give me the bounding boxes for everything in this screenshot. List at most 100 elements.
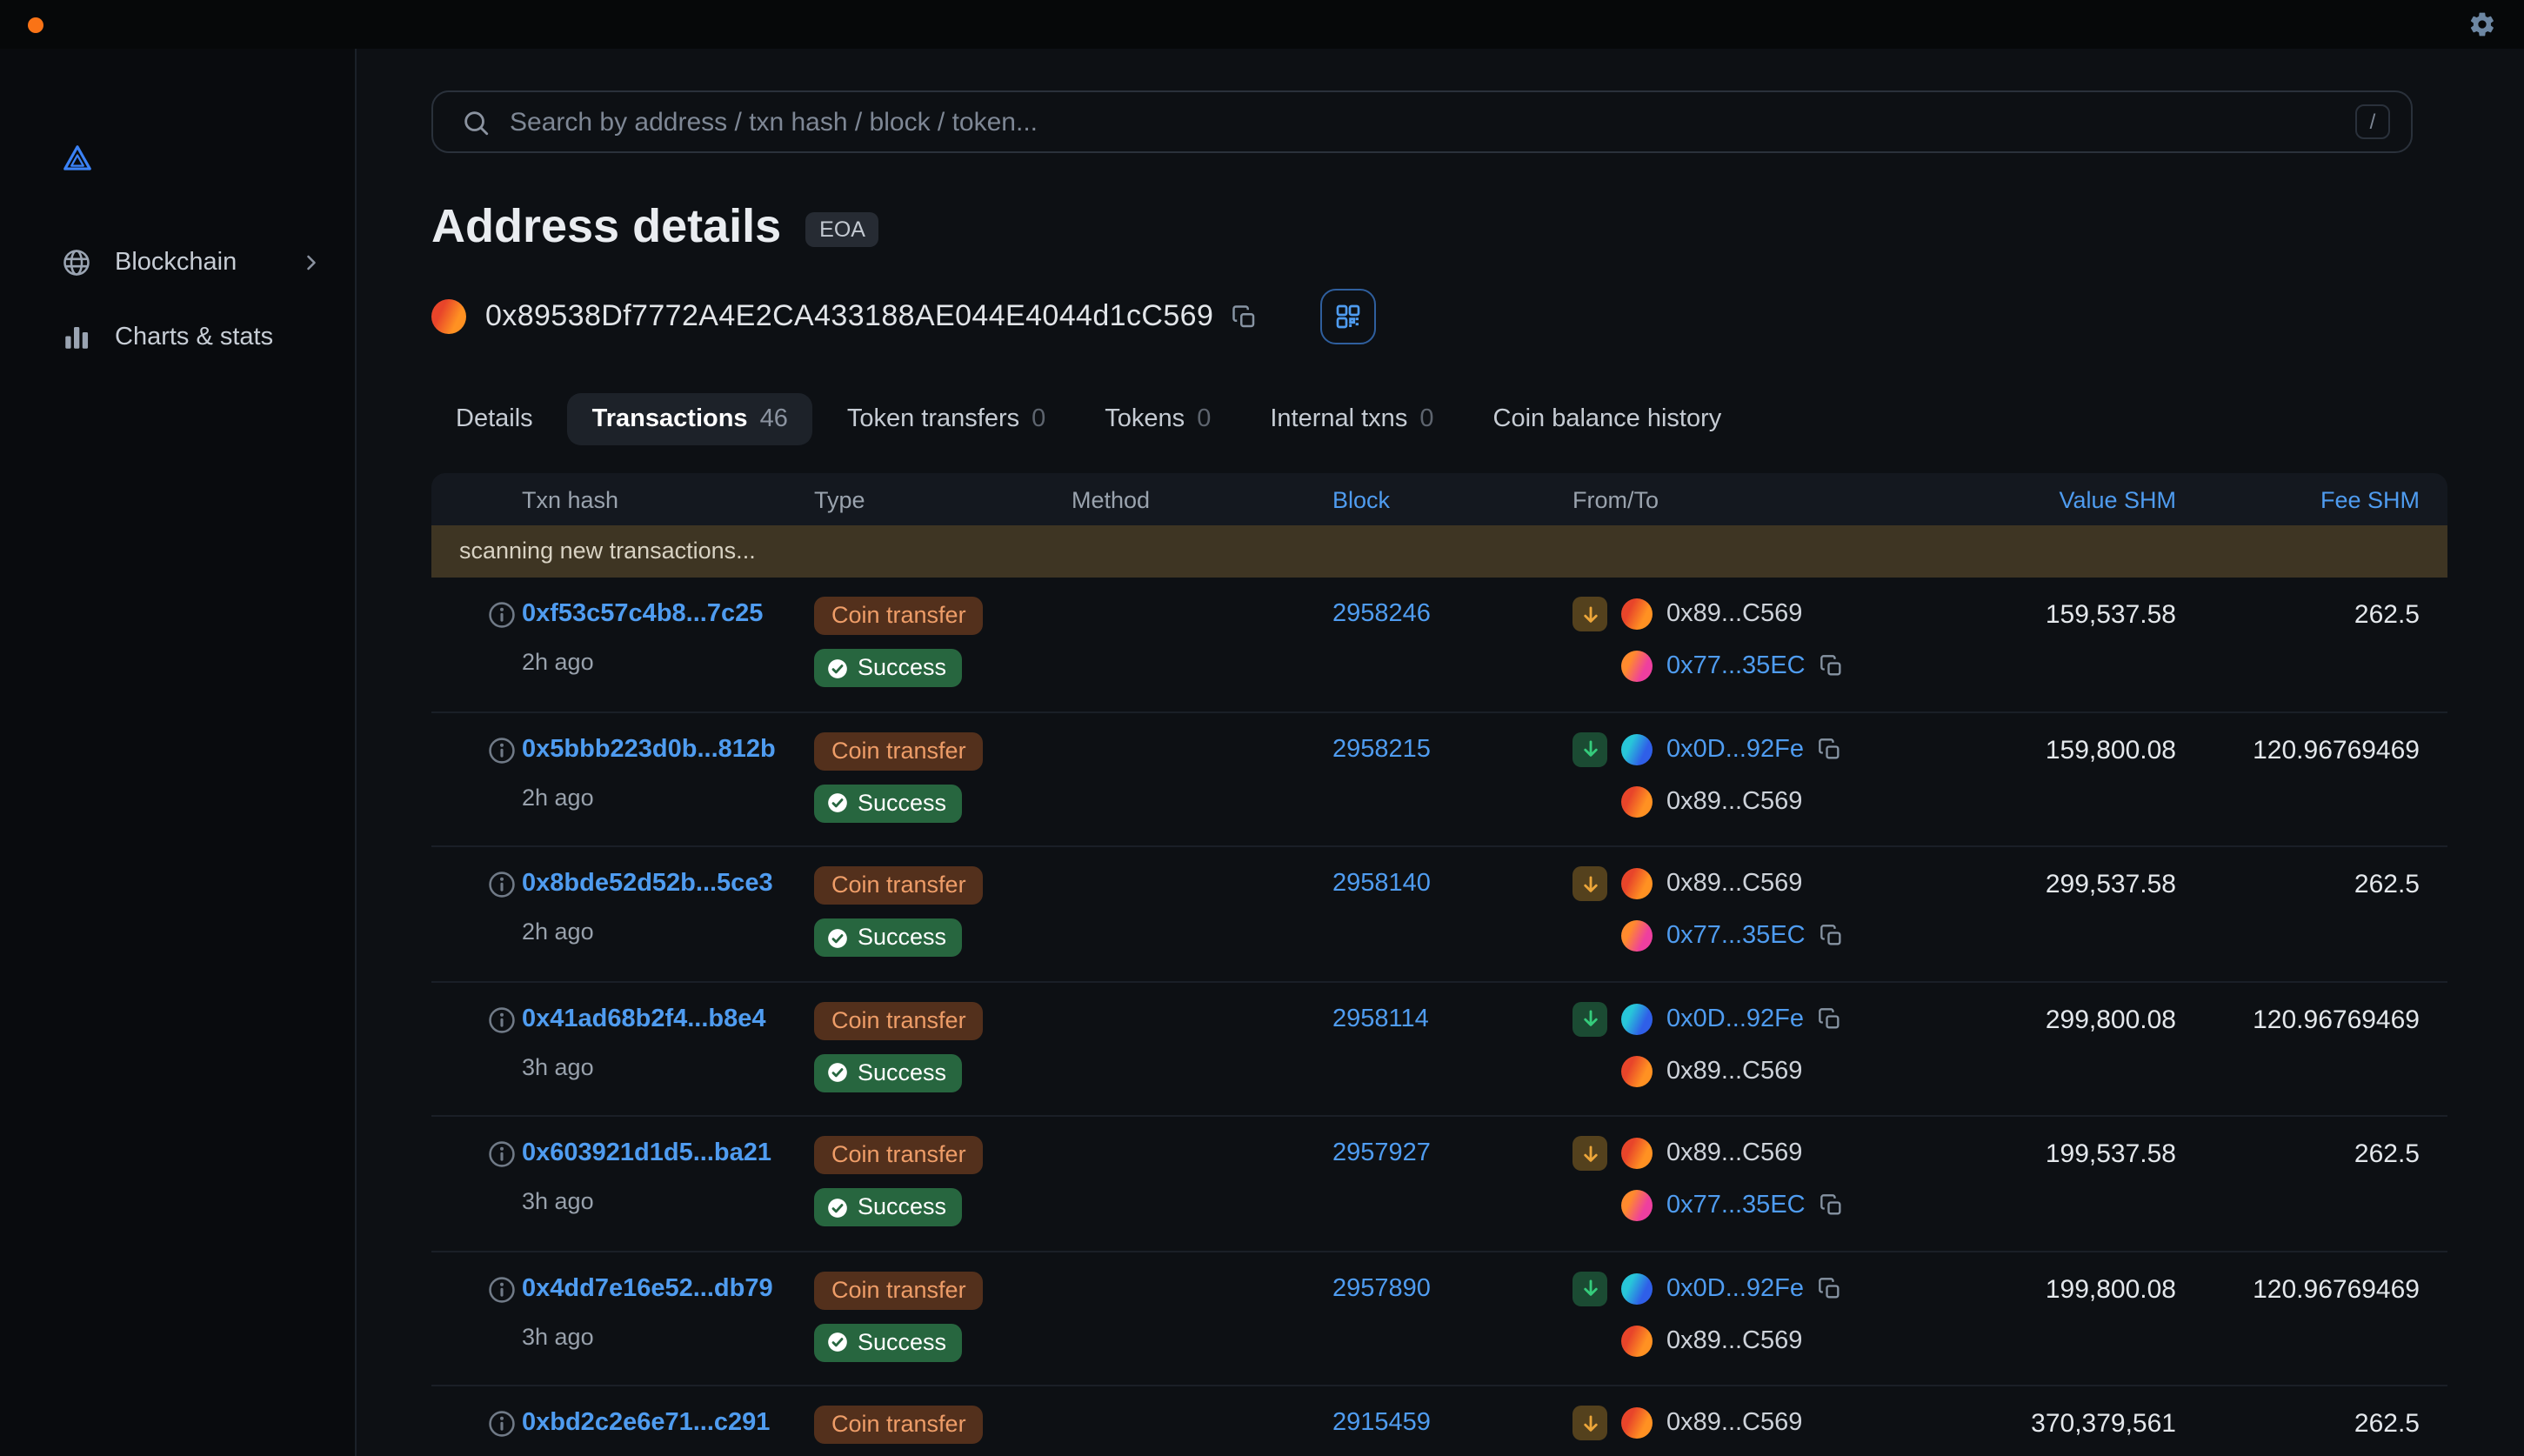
to-address[interactable]: 0x77...35EC bbox=[1666, 922, 1806, 950]
address-avatar bbox=[1621, 1003, 1653, 1034]
address-avatar bbox=[1621, 598, 1653, 630]
sidebar-item-blockchain[interactable]: Blockchain bbox=[0, 230, 355, 296]
txn-status-label: Success bbox=[858, 1328, 946, 1356]
to-address-line: 0x77...35EC bbox=[1572, 1188, 1915, 1223]
txn-hash-link[interactable]: 0xbd2c2e6e71...c291 bbox=[522, 1406, 770, 1440]
to-address-line: 0x89...C569 bbox=[1572, 1053, 1915, 1088]
tab-tokens[interactable]: Tokens 0 bbox=[1080, 393, 1235, 445]
txn-fee: 120.96769469 bbox=[2176, 1271, 2420, 1307]
txn-value: 199,800.08 bbox=[1915, 1271, 2176, 1307]
to-address[interactable]: 0x77...35EC bbox=[1666, 1192, 1806, 1219]
txn-hash-link[interactable]: 0x5bbb223d0b...812b bbox=[522, 731, 776, 766]
from-address[interactable]: 0x0D...92Fe bbox=[1666, 1005, 1804, 1032]
table-row: 0xf53c57c4b8...7c25 2h ago Coin transfer… bbox=[431, 578, 2447, 712]
search-input[interactable] bbox=[510, 107, 2336, 137]
direction-icon bbox=[1572, 1001, 1607, 1036]
from-address-line: 0x0D...92Fe bbox=[1572, 1271, 1915, 1306]
txn-hash-link[interactable]: 0x41ad68b2f4...b8e4 bbox=[522, 1001, 766, 1036]
txn-age: 3h ago bbox=[522, 1323, 814, 1349]
column-header-txn-hash: Txn hash bbox=[522, 486, 814, 512]
info-icon[interactable] bbox=[487, 1005, 517, 1034]
address-avatar bbox=[1621, 1272, 1653, 1304]
txn-type-badge: Coin transfer bbox=[814, 731, 984, 770]
txn-hash-link[interactable]: 0x8bde52d52b...5ce3 bbox=[522, 866, 773, 901]
tab-coin-balance-history[interactable]: Coin balance history bbox=[1469, 393, 1746, 445]
txn-age: 2h ago bbox=[522, 918, 814, 945]
from-address: 0x89...C569 bbox=[1666, 1409, 1802, 1437]
info-icon[interactable] bbox=[487, 600, 517, 630]
column-header-type: Type bbox=[814, 486, 1072, 512]
from-address[interactable]: 0x0D...92Fe bbox=[1666, 735, 1804, 763]
txn-hash-link[interactable]: 0x603921d1d5...ba21 bbox=[522, 1136, 771, 1171]
txn-status-label: Success bbox=[858, 1059, 946, 1086]
block-link[interactable]: 2957890 bbox=[1332, 1271, 1431, 1306]
tab-bar: Details Transactions 46 Token transfers … bbox=[431, 390, 2447, 449]
address-avatar bbox=[431, 299, 466, 334]
txn-type-badge: Coin transfer bbox=[814, 1136, 984, 1174]
copy-icon[interactable] bbox=[1818, 1006, 1842, 1031]
check-circle-icon bbox=[826, 1196, 849, 1219]
tab-count: 0 bbox=[1032, 405, 1045, 433]
check-circle-icon bbox=[826, 1331, 849, 1353]
qr-code-button[interactable] bbox=[1319, 289, 1375, 344]
txn-hash-link[interactable]: 0xf53c57c4b8...7c25 bbox=[522, 597, 763, 631]
address-hash: 0x89538Df7772A4E2CA433188AE044E4044d1cC5… bbox=[485, 299, 1213, 334]
block-link[interactable]: 2958140 bbox=[1332, 866, 1431, 901]
sidebar-item-charts-stats[interactable]: Charts & stats bbox=[0, 304, 355, 371]
from-address[interactable]: 0x0D...92Fe bbox=[1666, 1274, 1804, 1302]
app-logo[interactable] bbox=[61, 143, 94, 176]
info-icon[interactable] bbox=[487, 1409, 517, 1439]
column-header-block[interactable]: Block bbox=[1332, 486, 1572, 512]
address-avatar bbox=[1621, 785, 1653, 817]
txn-status-badge: Success bbox=[814, 918, 962, 957]
tab-details[interactable]: Details bbox=[431, 393, 558, 445]
txn-type-badge: Coin transfer bbox=[814, 1406, 984, 1444]
block-link[interactable]: 2915459 bbox=[1332, 1406, 1431, 1440]
tab-token-transfers[interactable]: Token transfers 0 bbox=[823, 393, 1070, 445]
txn-hash-link[interactable]: 0x4dd7e16e52...db79 bbox=[522, 1271, 773, 1306]
column-header-from-to: From/To bbox=[1572, 486, 1915, 512]
copy-icon[interactable] bbox=[1818, 1276, 1842, 1300]
address-avatar bbox=[1621, 651, 1653, 682]
column-header-fee[interactable]: Fee SHM bbox=[2176, 486, 2420, 512]
block-link[interactable]: 2958246 bbox=[1332, 597, 1431, 631]
address-avatar bbox=[1621, 1407, 1653, 1439]
to-address-line: 0x89...C569 bbox=[1572, 784, 1915, 818]
address-avatar bbox=[1621, 1325, 1653, 1356]
block-link[interactable]: 2957927 bbox=[1332, 1136, 1431, 1171]
address-avatar bbox=[1621, 733, 1653, 765]
column-header-value[interactable]: Value SHM bbox=[1915, 486, 2176, 512]
info-icon[interactable] bbox=[487, 735, 517, 765]
tab-internal-txns[interactable]: Internal txns 0 bbox=[1245, 393, 1458, 445]
txn-value: 370,379,561 bbox=[1915, 1406, 2176, 1442]
to-address-line: 0x77...35EC bbox=[1572, 649, 1915, 684]
block-link[interactable]: 2958215 bbox=[1332, 731, 1431, 766]
tab-label: Details bbox=[456, 405, 533, 433]
topbar bbox=[0, 0, 2524, 49]
txn-type-badge: Coin transfer bbox=[814, 1001, 984, 1039]
info-icon[interactable] bbox=[487, 1139, 517, 1169]
gear-icon[interactable] bbox=[2468, 10, 2496, 38]
copy-icon[interactable] bbox=[1820, 654, 1844, 678]
tab-label: Internal txns bbox=[1270, 405, 1407, 433]
txn-age: 3h ago bbox=[522, 1053, 814, 1079]
tab-count: 46 bbox=[760, 405, 788, 433]
copy-icon[interactable] bbox=[1231, 304, 1257, 330]
info-icon[interactable] bbox=[487, 870, 517, 899]
txn-fee: 262.5 bbox=[2176, 1406, 2420, 1442]
copy-icon[interactable] bbox=[1820, 924, 1844, 948]
tab-transactions[interactable]: Transactions 46 bbox=[568, 393, 812, 445]
txn-status-label: Success bbox=[858, 789, 946, 817]
main-content: / Address details EOA 0x89538Df7772A4E2C… bbox=[357, 49, 2524, 1456]
block-link[interactable]: 2958114 bbox=[1332, 1001, 1429, 1036]
search-bar: / bbox=[431, 90, 2413, 153]
info-icon[interactable] bbox=[487, 1274, 517, 1304]
table-header: Txn hash Type Method Block From/To Value… bbox=[431, 473, 2447, 525]
txn-status-label: Success bbox=[858, 924, 946, 952]
copy-icon[interactable] bbox=[1820, 1193, 1844, 1218]
copy-icon[interactable] bbox=[1818, 737, 1842, 761]
address-avatar bbox=[1621, 1138, 1653, 1169]
from-address-line: 0x89...C569 bbox=[1572, 1406, 1915, 1440]
to-address[interactable]: 0x77...35EC bbox=[1666, 652, 1806, 680]
to-address-line: 0x89...C569 bbox=[1572, 1323, 1915, 1358]
